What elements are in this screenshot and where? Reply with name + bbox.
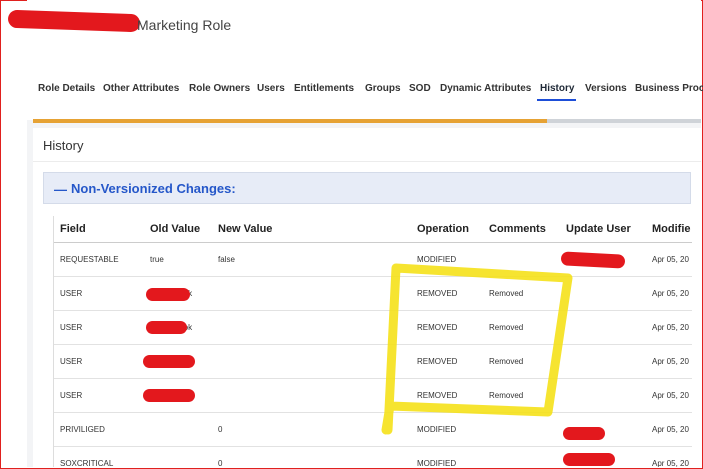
progress-bar-fill (33, 119, 548, 123)
cell-comments: Removed (483, 276, 560, 311)
cell-old-value (144, 412, 212, 447)
cell-comments: Removed (483, 310, 560, 345)
cell-update-user (560, 378, 646, 413)
cell-new-value: false (212, 242, 411, 277)
cell-field: USER (54, 276, 144, 311)
cell-comments (483, 446, 560, 467)
cell-update-user (560, 344, 646, 379)
column-header-update-user[interactable]: Update User (560, 216, 646, 243)
cell-new-value (212, 276, 411, 311)
cell-new-value: 0 (212, 446, 411, 467)
cell-comments: Removed (483, 344, 560, 379)
section-title[interactable]: Non-Versionized Changes: (71, 181, 236, 196)
active-tab-indicator (537, 99, 576, 101)
tab-business-processes[interactable]: Business Proce (635, 83, 703, 94)
cell-comments: Removed (483, 378, 560, 413)
cell-field: SOXCRITICAL (54, 446, 144, 467)
redaction-mark (143, 389, 195, 402)
cell-comments (483, 412, 560, 447)
redaction-mark (563, 427, 605, 440)
tab-dynamic-attributes[interactable]: Dynamic Attributes (440, 83, 531, 94)
tab-groups[interactable]: Groups (365, 83, 401, 94)
cell-comments (483, 242, 560, 277)
cell-operation: REMOVED (411, 276, 483, 311)
tab-history[interactable]: History (540, 83, 574, 94)
minus-icon[interactable]: — (54, 182, 67, 197)
column-header-old-value[interactable]: Old Value (144, 216, 212, 243)
tab-sod[interactable]: SOD (409, 83, 431, 94)
cell-operation: MODIFIED (411, 446, 483, 467)
tab-users[interactable]: Users (257, 83, 285, 94)
cell-modified: Apr 05, 20 (646, 310, 692, 345)
cell-new-value (212, 378, 411, 413)
cell-new-value: 0 (212, 412, 411, 447)
cell-old-value (144, 446, 212, 467)
redaction-mark (146, 288, 190, 301)
divider (33, 161, 701, 162)
column-header-field[interactable]: Field (54, 216, 144, 243)
column-header-new-value[interactable]: New Value (212, 216, 411, 243)
cell-operation: REMOVED (411, 378, 483, 413)
cell-modified: Apr 05, 20 (646, 242, 692, 277)
cell-operation: REMOVED (411, 310, 483, 345)
cell-old-value: true (144, 242, 212, 277)
cell-field: USER (54, 344, 144, 379)
role-title: Marketing Role (137, 17, 232, 33)
cell-modified: Apr 05, 20 (646, 276, 692, 311)
column-header-operation[interactable]: Operation (411, 216, 483, 243)
redaction-mark (563, 453, 615, 466)
progress-bar (33, 119, 701, 123)
cell-new-value (212, 310, 411, 345)
cell-field: PRIVILIGED (54, 412, 144, 447)
cell-update-user (560, 310, 646, 345)
cell-modified: Apr 05, 20 (646, 378, 692, 413)
tab-entitlements[interactable]: Entitlements (294, 83, 354, 94)
cell-operation: REMOVED (411, 344, 483, 379)
cell-modified: Apr 05, 20 (646, 344, 692, 379)
tab-versions[interactable]: Versions (585, 83, 627, 94)
cell-new-value (212, 344, 411, 379)
tab-other-attributes[interactable]: Other Attributes (103, 83, 179, 94)
cell-modified: Apr 05, 20 (646, 412, 692, 447)
cell-field: USER (54, 310, 144, 345)
tab-role-details[interactable]: Role Details (38, 83, 95, 94)
redaction-mark (146, 321, 187, 334)
cell-update-user (560, 276, 646, 311)
cell-modified: Apr 05, 20 (646, 446, 692, 467)
history-heading: History (43, 138, 84, 153)
tab-role-owners[interactable]: Role Owners (189, 83, 250, 94)
cell-field: USER (54, 378, 144, 413)
cell-operation: MODIFIED (411, 242, 483, 277)
cell-field: REQUESTABLE (54, 242, 144, 277)
column-header-modified[interactable]: Modifie (646, 216, 692, 243)
table-header-row: Field Old Value New Value Operation Comm… (54, 216, 692, 243)
column-header-comments[interactable]: Comments (483, 216, 560, 243)
redaction-mark (143, 355, 195, 368)
cell-operation: MODIFIED (411, 412, 483, 447)
